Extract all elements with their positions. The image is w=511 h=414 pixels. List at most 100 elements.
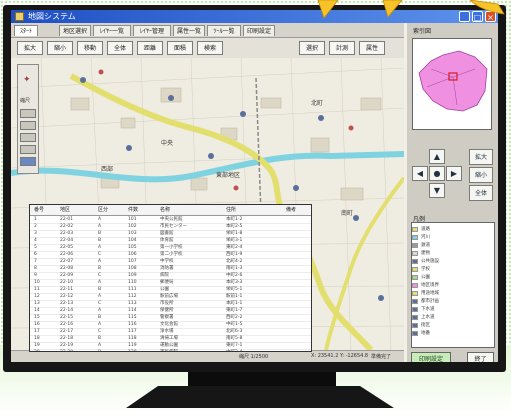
toolbar-button-area[interactable]: 面積 — [167, 41, 193, 55]
scale-level-3[interactable] — [20, 133, 36, 142]
toolbar-button-search[interactable]: 検索 — [197, 41, 223, 55]
legend-item[interactable]: 街区 — [412, 323, 492, 329]
table-cell: 清掃工場 — [160, 336, 178, 341]
table-cell: 22-16 — [60, 322, 74, 327]
table-cell: A — [98, 343, 102, 348]
table-cell: 中町1-5 — [226, 322, 243, 327]
table-cell: 本町3-3 — [226, 280, 243, 285]
legend-item[interactable]: 公共施設 — [412, 259, 492, 265]
toolbar-button-attribute[interactable]: 属性 — [359, 41, 385, 55]
toolbar-button-distance[interactable]: 距離 — [137, 41, 163, 55]
table-cell: 市役所 — [160, 301, 174, 306]
table-cell: 22-12 — [60, 294, 74, 299]
pan-center-button[interactable]: ● — [429, 166, 445, 181]
right-panel: 索引図 ▲ ◀ ● ▶ ▼ 拡大 縮小 全体 凡例 道路 河川 鉄道 建物 公共… — [407, 23, 498, 362]
legend-swatch — [412, 299, 418, 304]
scale-level-5[interactable] — [20, 157, 36, 166]
table-cell: 105 — [128, 245, 137, 250]
pan-right-button[interactable]: ▶ — [446, 166, 462, 181]
toolbar-button-zoom-out[interactable]: 縮小 — [47, 41, 73, 55]
toolbar-button-measure[interactable]: 計測 — [329, 41, 355, 55]
legend-item[interactable]: 道路 — [412, 227, 492, 233]
table-cell: 11 — [34, 287, 40, 292]
column-header[interactable]: 住所 — [226, 206, 236, 213]
table-cell: 109 — [128, 273, 137, 278]
pan-up-button[interactable]: ▲ — [429, 149, 445, 164]
pan-down-button[interactable]: ▼ — [429, 183, 445, 198]
legend-swatch — [412, 243, 418, 248]
table-cell: A — [98, 280, 102, 285]
full-extent-button[interactable]: 全体 — [469, 185, 493, 201]
legend-item[interactable]: 用途地域 — [412, 291, 492, 297]
table-cell: 22-20 — [60, 349, 73, 351]
print-settings-button[interactable]: 印刷設定 — [411, 352, 451, 362]
table-cell: 113 — [128, 301, 137, 306]
table-cell: 北町6-3 — [226, 329, 243, 334]
legend-swatch — [412, 251, 418, 256]
pan-left-button[interactable]: ◀ — [412, 166, 428, 181]
table-cell: 22-10 — [60, 280, 74, 285]
legend-item[interactable]: 下水道 — [412, 307, 492, 313]
status-scale: 縮尺 1/2500 — [239, 354, 269, 360]
table-cell: 第一小学校 — [160, 245, 183, 250]
table-cell: 郵便局 — [160, 280, 174, 285]
table-cell: 114 — [128, 308, 137, 313]
legend-item[interactable]: 地番 — [412, 331, 492, 337]
table-cell: 中町3-4 — [226, 349, 242, 351]
table-cell: B — [98, 238, 102, 243]
table-cell: 17 — [34, 329, 40, 334]
table-cell: 図書館 — [160, 231, 174, 236]
table-cell: 運動公園 — [160, 343, 178, 348]
column-header[interactable]: 備考 — [286, 206, 296, 213]
zoom-out-button[interactable]: 縮小 — [469, 167, 493, 183]
table-cell: 104 — [128, 238, 137, 243]
table-cell: 22-13 — [60, 301, 74, 306]
legend-item[interactable]: 地区境界 — [412, 283, 492, 289]
column-header[interactable]: 区分 — [98, 206, 108, 213]
overview-map[interactable] — [412, 38, 492, 130]
table-row[interactable]: 20 22-20 B 120 市民病院 中町3-4 — [30, 349, 311, 351]
map-label: 中央 — [161, 140, 174, 147]
toolbar-button-pan[interactable]: 移動 — [77, 41, 103, 55]
exit-button[interactable]: 終了 — [467, 352, 494, 362]
toolbar-button-full[interactable]: 全体 — [107, 41, 133, 55]
column-header[interactable]: 地区 — [60, 206, 70, 213]
scale-level-2[interactable] — [20, 121, 36, 130]
legend-item[interactable]: 都市計画 — [412, 299, 492, 305]
legend-panel: 道路 河川 鉄道 建物 公共施設 学校 公園 地区境界 用途地域 都市計画 下水… — [411, 222, 495, 348]
legend-swatch — [412, 331, 418, 336]
table-cell: B — [98, 287, 102, 292]
legend-swatch — [412, 275, 418, 280]
map-nav-control: ✦ 縮尺 — [17, 64, 39, 174]
table-cell: B — [98, 336, 102, 341]
table-cell: 22-18 — [60, 336, 74, 341]
legend-item[interactable]: 学校 — [412, 267, 492, 273]
column-header[interactable]: 番号 — [34, 206, 44, 213]
table-cell: 駅前1-1 — [226, 294, 243, 299]
callout-arrow — [317, 0, 339, 19]
table-cell: C — [98, 273, 102, 278]
scale-level-4[interactable] — [20, 145, 36, 154]
legend-item[interactable]: 河川 — [412, 235, 492, 241]
legend-item[interactable]: 建物 — [412, 251, 492, 257]
zoom-in-button[interactable]: 拡大 — [469, 149, 493, 165]
legend-item[interactable]: 上水道 — [412, 315, 492, 321]
table-cell: 北町4-2 — [226, 259, 243, 264]
table-cell: 120 — [128, 349, 137, 351]
column-header[interactable]: 名称 — [160, 206, 170, 213]
toolbar-button-select[interactable]: 選択 — [299, 41, 325, 55]
legend-item[interactable]: 公園 — [412, 275, 492, 281]
direction-pad: ▲ ◀ ● ▶ ▼ — [410, 149, 465, 201]
table-cell: 22-08 — [60, 266, 74, 271]
column-header[interactable]: 件数 — [128, 206, 138, 213]
table-cell: 22-01 — [60, 217, 74, 222]
legend-item[interactable]: 鉄道 — [412, 243, 492, 249]
table-cell: 12 — [34, 294, 40, 299]
table-cell: 22-17 — [60, 329, 74, 334]
table-cell: 3 — [34, 231, 37, 236]
scale-level-1[interactable] — [20, 109, 36, 118]
toolbar-button-zoom-in[interactable]: 拡大 — [17, 41, 43, 55]
table-cell: 消防署 — [160, 266, 174, 271]
table-cell: A — [98, 294, 102, 299]
table-cell: 18 — [34, 336, 40, 341]
